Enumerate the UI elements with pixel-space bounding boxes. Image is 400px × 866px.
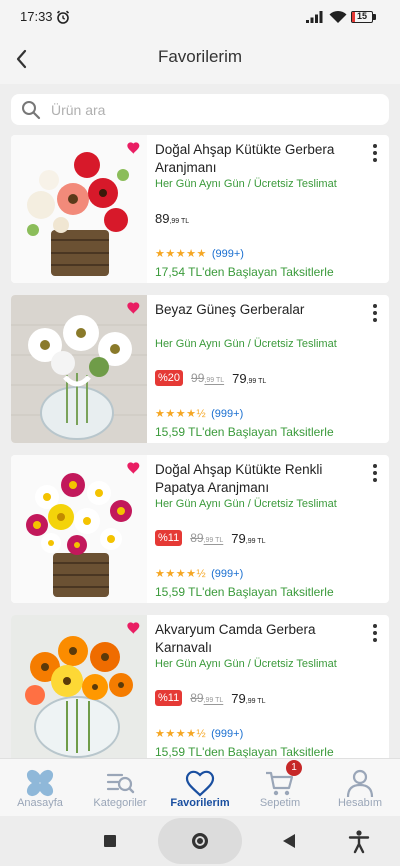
discount-badge: %20 <box>155 370 184 386</box>
price: 79,99 TL <box>232 370 267 386</box>
delivery-info: Her Gün Aynı Gün / Ücretsiz Teslimat <box>155 658 337 670</box>
price: 79,99 TL <box>231 690 266 706</box>
product-title[interactable]: Beyaz Güneş Gerberalar <box>155 301 355 319</box>
search-icon <box>22 101 41 120</box>
installment-info: 15,59 TL'den Başlayan Taksitlerle <box>155 745 334 759</box>
price: 79,99 TL <box>231 530 266 546</box>
battery-percent: 15 <box>356 11 367 21</box>
favorite-toggle[interactable] <box>125 459 143 477</box>
product-title[interactable]: Doğal Ahşap Kütükte Renkli Papatya Aranj… <box>155 461 355 497</box>
product-card[interactable]: Akvaryum Camda Gerbera Karnavalı Her Gün… <box>11 615 389 763</box>
rating-stars: ★★★★½ <box>155 408 207 420</box>
price-row: %11 89,99 TL 79,99 TL <box>155 529 265 547</box>
installment-info: 15,59 TL'den Başlayan Taksitlerle <box>155 425 334 439</box>
old-price: 89,99 TL <box>190 531 224 545</box>
nav-account[interactable]: Hesabım <box>320 759 400 817</box>
favorites-heart-icon <box>185 770 215 797</box>
recent-apps-button[interactable] <box>104 835 116 847</box>
rating: ★★★★½ (999+) <box>155 567 243 581</box>
battery-icon: 15 <box>351 11 377 23</box>
more-options-button[interactable] <box>367 463 383 483</box>
accessibility-icon[interactable] <box>348 830 370 854</box>
bottom-nav: Anasayfa Kategoriler Favorilerim 1 Sepet… <box>0 758 400 816</box>
heart-icon <box>127 302 140 314</box>
review-count[interactable]: (999+) <box>211 408 243 420</box>
favorite-toggle[interactable] <box>125 139 143 157</box>
heart-icon <box>127 622 140 634</box>
price-row: %11 89,99 TL 79,99 TL <box>155 689 265 707</box>
product-image[interactable] <box>11 455 147 603</box>
search-input[interactable] <box>51 94 371 125</box>
delivery-info: Her Gün Aynı Gün / Ücretsiz Teslimat <box>155 178 337 190</box>
review-count[interactable]: (999+) <box>211 568 243 580</box>
heart-icon <box>127 462 140 474</box>
cart-badge: 1 <box>286 760 302 776</box>
home-circle-icon <box>192 833 208 849</box>
rating-stars: ★★★★½ <box>155 728 207 740</box>
header: Favorilerim <box>0 34 400 84</box>
more-vertical-icon <box>373 144 377 162</box>
page-title: Favorilerim <box>157 47 243 66</box>
installment-info: 15,59 TL'den Başlayan Taksitlerle <box>155 585 334 599</box>
more-options-button[interactable] <box>367 623 383 643</box>
rating-stars: ★★★★½ <box>155 568 207 580</box>
more-vertical-icon <box>373 464 377 482</box>
nav-cart[interactable]: 1 Sepetim <box>240 759 320 817</box>
price-row: 89,99 TL <box>155 209 189 227</box>
more-options-button[interactable] <box>367 143 383 163</box>
review-count[interactable]: (999+) <box>212 248 244 260</box>
rating: ★★★★½ (999+) <box>155 407 243 421</box>
nav-favorites[interactable]: Favorilerim <box>160 759 240 817</box>
more-vertical-icon <box>373 624 377 642</box>
nav-categories-label: Kategoriler <box>93 797 147 809</box>
delivery-info: Her Gün Aynı Gün / Ücretsiz Teslimat <box>155 498 337 510</box>
product-card[interactable]: Doğal Ahşap Kütükte Renkli Papatya Aranj… <box>11 455 389 603</box>
system-back-button[interactable] <box>283 834 295 848</box>
product-image[interactable] <box>11 135 147 283</box>
wifi-icon <box>329 10 347 23</box>
home-button[interactable] <box>158 818 242 864</box>
nav-cart-label: Sepetim <box>259 797 301 809</box>
more-vertical-icon <box>373 304 377 322</box>
nav-favorites-label: Favorilerim <box>170 797 230 809</box>
review-count[interactable]: (999+) <box>211 728 243 740</box>
rating: ★★★★★ (999+) <box>155 247 244 261</box>
nav-categories[interactable]: Kategoriler <box>80 759 160 817</box>
alarm-icon <box>56 10 70 24</box>
signal-icon <box>306 11 323 23</box>
nav-home[interactable]: Anasayfa <box>0 759 80 817</box>
discount-badge: %11 <box>155 530 183 546</box>
product-card[interactable]: Beyaz Güneş Gerberalar Her Gün Aynı Gün … <box>11 295 389 443</box>
delivery-info: Her Gün Aynı Gün / Ücretsiz Teslimat <box>155 338 337 350</box>
system-nav-bar <box>0 816 400 866</box>
rating: ★★★★½ (999+) <box>155 727 243 741</box>
product-image[interactable] <box>11 295 147 443</box>
search-box[interactable] <box>11 94 389 125</box>
price-row: %20 99,99 TL 79,99 TL <box>155 369 266 387</box>
home-icon <box>26 769 54 797</box>
product-card[interactable]: Doğal Ahşap Kütükte Gerbera Aranjmanı He… <box>11 135 389 283</box>
status-bar: 17:33 15 <box>0 0 400 34</box>
account-icon <box>346 769 374 798</box>
price: 89,99 TL <box>155 210 190 226</box>
heart-icon <box>127 142 140 154</box>
old-price: 89,99 TL <box>190 691 224 705</box>
more-options-button[interactable] <box>367 303 383 323</box>
product-title[interactable]: Doğal Ahşap Kütükte Gerbera Aranjmanı <box>155 141 355 177</box>
status-time: 17:33 <box>20 9 53 24</box>
rating-stars: ★★★★★ <box>155 248 207 260</box>
nav-home-label: Anasayfa <box>17 797 63 809</box>
nav-account-label: Hesabım <box>337 797 383 809</box>
favorite-toggle[interactable] <box>125 619 143 637</box>
product-title[interactable]: Akvaryum Camda Gerbera Karnavalı <box>155 621 355 657</box>
discount-badge: %11 <box>155 690 183 706</box>
favorite-toggle[interactable] <box>125 299 143 317</box>
old-price: 99,99 TL <box>191 371 225 385</box>
product-image[interactable] <box>11 615 147 763</box>
installment-info: 17,54 TL'den Başlayan Taksitlerle <box>155 265 334 279</box>
categories-icon <box>106 773 135 794</box>
